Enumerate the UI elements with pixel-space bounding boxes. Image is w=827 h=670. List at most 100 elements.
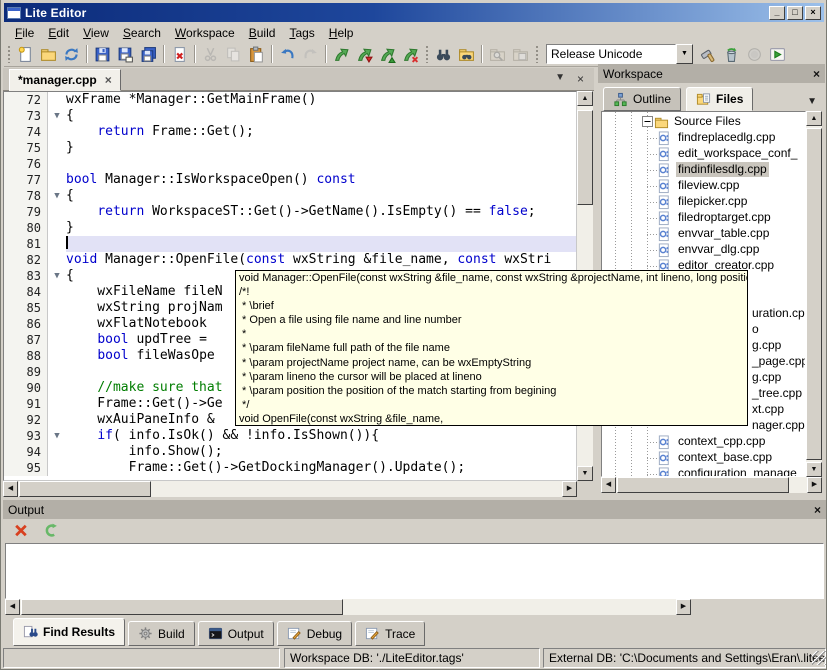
find-in-files-icon[interactable] [455, 43, 478, 65]
tab-debug[interactable]: Debug [277, 621, 352, 646]
workspace-tab-dropdown-icon[interactable]: ▼ [807, 96, 825, 111]
bookmark-next-icon[interactable] [330, 43, 353, 65]
output-text-area[interactable] [5, 543, 824, 599]
fold-marker-icon[interactable]: ▼ [48, 428, 66, 444]
reload-icon[interactable] [60, 43, 83, 65]
save-all-icon[interactable] [137, 43, 160, 65]
output-close-icon[interactable]: × [814, 503, 821, 517]
code-line-72[interactable]: 72wxFrame *Manager::GetMainFrame() [4, 92, 576, 108]
open-folder-icon[interactable] [37, 43, 60, 65]
save-as-icon[interactable] [114, 43, 137, 65]
tab-list-dropdown-icon[interactable]: ▼ [555, 72, 565, 86]
tab-close-icon[interactable]: × [105, 73, 112, 87]
tree-item[interactable]: filedroptarget.cpp [602, 210, 805, 226]
menu-tags[interactable]: Tags [282, 24, 321, 42]
editor-horizontal-scrollbar[interactable]: ◀ ▶ [3, 481, 577, 497]
code-line-73[interactable]: 73▼{ [4, 108, 576, 124]
code-line-93[interactable]: 93▼ if( info.IsOk() && !info.IsShown()){ [4, 428, 576, 444]
scroll-thumb[interactable] [19, 481, 151, 497]
fold-marker-icon[interactable]: ▼ [48, 108, 66, 124]
clean-icon[interactable] [720, 43, 743, 65]
tree-item[interactable]: envvar_dlg.cpp [602, 242, 805, 258]
workspace-close-icon[interactable]: × [813, 67, 820, 81]
bookmark-delete-icon[interactable] [399, 43, 422, 65]
scroll-up-icon[interactable]: ▲ [577, 91, 593, 106]
scroll-thumb[interactable] [806, 128, 822, 460]
workspace-vertical-scrollbar[interactable]: ▲ ▼ [806, 111, 822, 477]
fold-marker-icon[interactable]: ▼ [48, 268, 66, 284]
code-line-94[interactable]: 94 info.Show(); [4, 444, 576, 460]
scroll-down-icon[interactable]: ▼ [806, 462, 822, 477]
menu-file[interactable]: File [8, 24, 41, 42]
run-icon[interactable] [766, 43, 789, 65]
scroll-thumb[interactable] [21, 599, 343, 615]
menu-edit[interactable]: Edit [41, 24, 76, 42]
maximize-button[interactable]: □ [787, 6, 803, 20]
scroll-left-icon[interactable]: ◀ [601, 477, 616, 493]
tab-output[interactable]: Output [198, 621, 274, 646]
code-line-75[interactable]: 75} [4, 140, 576, 156]
scroll-down-icon[interactable]: ▼ [577, 466, 593, 481]
tree-item[interactable]: filepicker.cpp [602, 194, 805, 210]
tree-item[interactable]: envvar_table.cpp [602, 226, 805, 242]
scroll-thumb[interactable] [617, 477, 789, 493]
tree-item[interactable]: fileview.cpp [602, 178, 805, 194]
title-bar[interactable]: Lite Editor _ □ × [4, 3, 824, 22]
resize-grip[interactable] [812, 651, 826, 665]
code-line-80[interactable]: 80} [4, 220, 576, 236]
clear-output-icon[interactable] [10, 520, 33, 542]
fold-marker-icon[interactable]: ▼ [48, 188, 66, 204]
tree-item[interactable]: findinfilesdlg.cpp [602, 162, 805, 178]
undo-icon[interactable] [276, 43, 299, 65]
code-line-77[interactable]: 77bool Manager::IsWorkspaceOpen() const [4, 172, 576, 188]
scroll-left-icon[interactable]: ◀ [3, 481, 18, 497]
tree-item[interactable]: edit_workspace_conf_ [602, 146, 805, 162]
scroll-thumb[interactable] [577, 110, 593, 205]
scroll-up-icon[interactable]: ▲ [806, 111, 822, 126]
code-line-81[interactable]: 81 [4, 236, 576, 252]
build-config-value[interactable]: Release Unicode [546, 44, 676, 64]
scroll-right-icon[interactable]: ▶ [562, 481, 577, 497]
tree-item[interactable]: context_base.cpp [602, 450, 805, 466]
scroll-left-icon[interactable]: ◀ [5, 599, 20, 615]
build-icon[interactable] [697, 43, 720, 65]
code-line-74[interactable]: 74 return Frame::Get(); [4, 124, 576, 140]
tab-find-results[interactable]: Find Results [13, 618, 125, 646]
find-icon[interactable] [432, 43, 455, 65]
tab-trace[interactable]: Trace [355, 621, 425, 646]
menu-build[interactable]: Build [242, 24, 283, 42]
tab-build[interactable]: Build [128, 621, 195, 646]
tree-item[interactable]: context_cpp.cpp [602, 434, 805, 450]
save-icon[interactable] [91, 43, 114, 65]
code-line-78[interactable]: 78▼{ [4, 188, 576, 204]
bookmark-up-icon[interactable] [376, 43, 399, 65]
scroll-right-icon[interactable]: ▶ [676, 599, 691, 615]
collapse-output-icon[interactable] [39, 520, 62, 542]
notebook-close-icon[interactable]: × [577, 72, 584, 86]
menu-help[interactable]: Help [322, 24, 361, 42]
menu-search[interactable]: Search [116, 24, 168, 42]
close-file-icon[interactable] [168, 43, 191, 65]
bookmark-add-icon[interactable] [353, 43, 376, 65]
menu-view[interactable]: View [76, 24, 116, 42]
code-line-95[interactable]: 95 Frame::Get()->GetDockingManager().Upd… [4, 460, 576, 476]
menu-workspace[interactable]: Workspace [168, 24, 242, 42]
close-button[interactable]: × [805, 6, 821, 20]
paste-icon[interactable] [245, 43, 268, 65]
workspace-horizontal-scrollbar[interactable]: ◀ ▶ [601, 477, 822, 493]
build-config-combo[interactable]: Release Unicode▼ [546, 44, 693, 64]
code-line-76[interactable]: 76 [4, 156, 576, 172]
code-line-82[interactable]: 82void Manager::OpenFile(const wxString … [4, 252, 576, 268]
tab-files[interactable]: Files [686, 87, 753, 111]
collapse-icon[interactable] [642, 116, 653, 127]
scroll-right-icon[interactable]: ▶ [807, 477, 822, 493]
tree-item[interactable]: findreplacedlg.cpp [602, 130, 805, 146]
tab-outline[interactable]: Outline [603, 87, 681, 111]
minimize-button[interactable]: _ [769, 6, 785, 20]
combo-dropdown-icon[interactable]: ▼ [676, 44, 693, 64]
new-file-icon[interactable] [14, 43, 37, 65]
tab-manager-cpp[interactable]: *manager.cpp × [9, 69, 121, 91]
output-horizontal-scrollbar[interactable]: ◀ ▶ [5, 599, 691, 615]
code-line-79[interactable]: 79 return WorkspaceST::Get()->GetName().… [4, 204, 576, 220]
tree-item[interactable]: configuration_manage [602, 466, 805, 477]
